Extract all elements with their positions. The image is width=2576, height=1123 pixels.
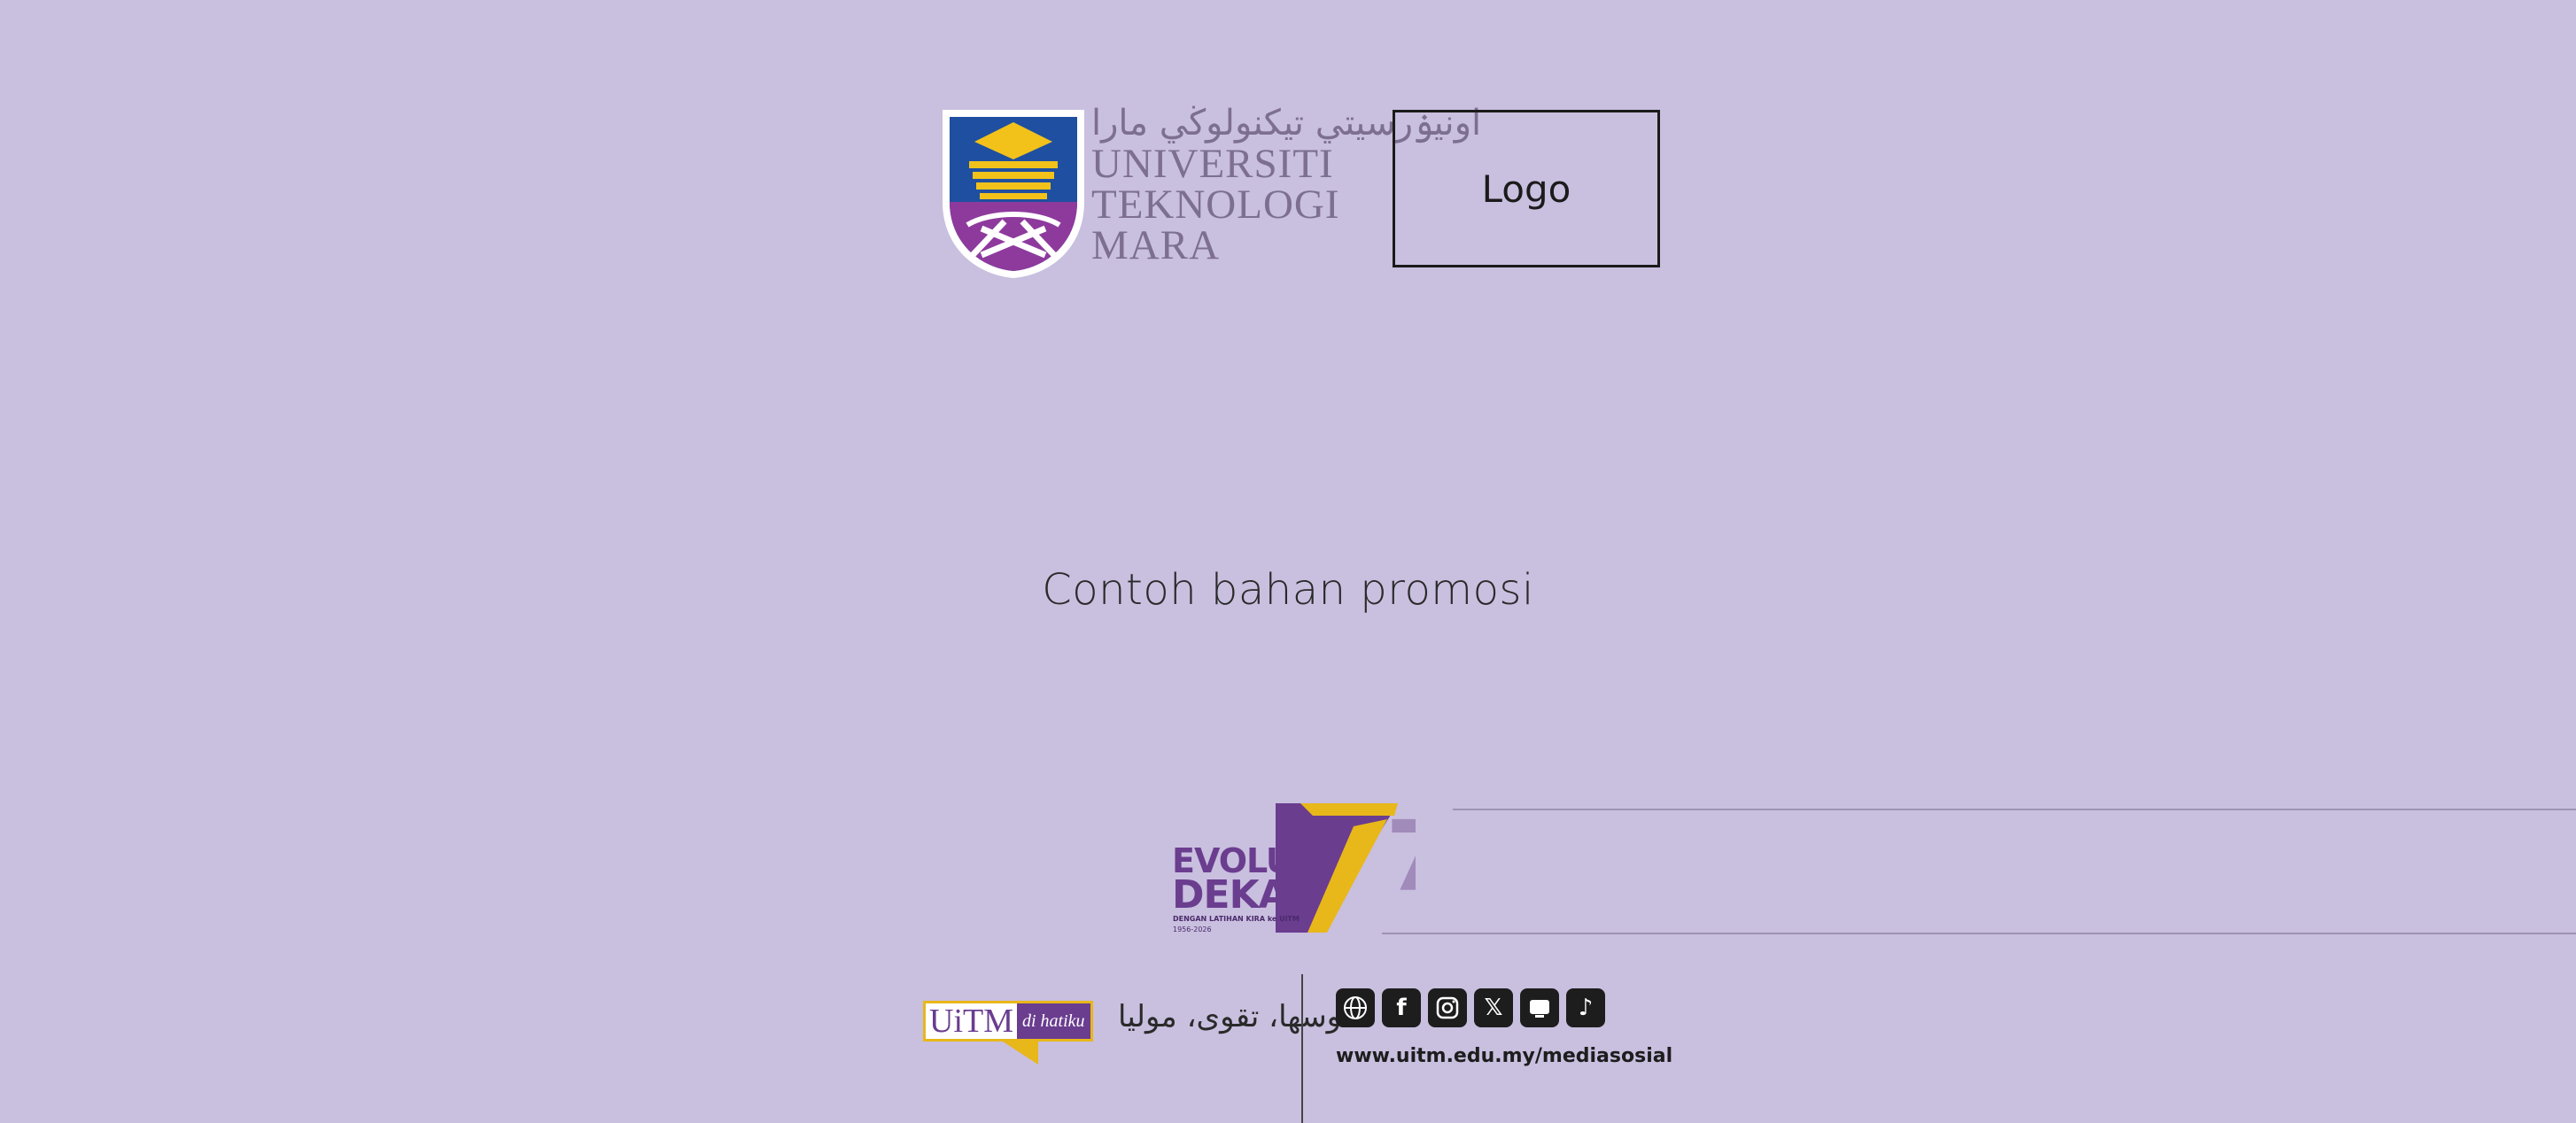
uitm-wordmark: UNIVERSITI TEKNOLOGI MARA xyxy=(1091,141,1340,268)
social-url[interactable]: www.uitm.edu.my/mediasosial xyxy=(1336,1045,1672,1067)
uitm-wordmark-line3: MARA xyxy=(1091,222,1221,268)
uitm-wordmark-line2: TEKNOLOGI xyxy=(1091,182,1340,228)
globe-icon[interactable] xyxy=(1336,988,1375,1027)
uitm-app-icon[interactable] xyxy=(1520,988,1559,1027)
facebook-icon[interactable]: f xyxy=(1382,988,1421,1027)
tiktok-icon[interactable]: ♪ xyxy=(1566,988,1605,1027)
svg-text:7: 7 xyxy=(1385,802,1416,913)
promo-text: Contoh bahan promosi xyxy=(1042,565,1534,615)
uitm-crest-icon xyxy=(943,110,1084,278)
social-icons: f 𝕏 ♪ xyxy=(1336,988,1605,1027)
x-icon[interactable]: 𝕏 xyxy=(1474,988,1513,1027)
placeholder-logo-label: Logo xyxy=(1481,167,1571,211)
badge-years: 1956-2026 xyxy=(1173,926,1212,933)
uitm-dihatiku-logo: UiTM di hatiku xyxy=(923,1001,1093,1065)
divider-line xyxy=(1453,809,2576,810)
dihatiku-tag: di hatiku xyxy=(1017,1003,1090,1039)
dihatiku-arrow-icon xyxy=(1003,1042,1038,1065)
instagram-icon[interactable] xyxy=(1428,988,1467,1027)
placeholder-logo-box: Logo xyxy=(1393,110,1660,267)
jawi-motto: اوسها، تقوى، موليا xyxy=(1118,999,1350,1034)
uitm-wordmark-line1: UNIVERSITI xyxy=(1091,141,1334,187)
dihatiku-main: UiTM xyxy=(929,1003,1013,1040)
footer-divider xyxy=(1301,974,1303,1123)
dekad-label: DEKAD xyxy=(1172,872,1320,918)
divider-line xyxy=(1382,933,2576,934)
badge-subtitle: DENGAN LATIHAN KIRA ke UiTM xyxy=(1173,915,1300,923)
